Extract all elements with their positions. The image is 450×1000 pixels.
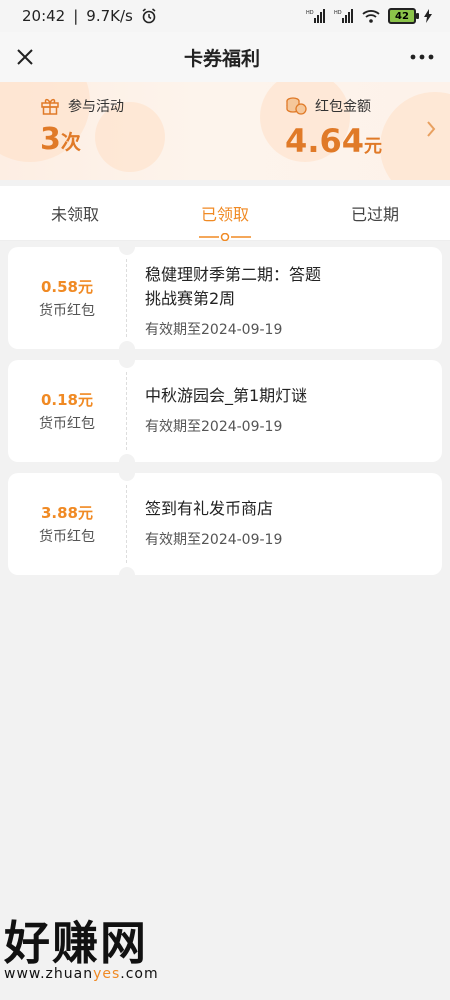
- coupon-type: 货币红包: [39, 416, 95, 432]
- status-bar: 20:42 | 9.7K/s HD HD 42: [0, 0, 450, 32]
- decor-bubble: [380, 92, 450, 180]
- coupon-title: 中秋游园会_第1期灯谜: [145, 386, 308, 405]
- signal-hd-icon: HD: [306, 9, 326, 23]
- watermark-text: 好赚网: [4, 916, 148, 970]
- wifi-icon: [362, 9, 380, 23]
- coupon-amount: 3.88元: [40, 504, 93, 522]
- coupon-expiry: 有效期至2024-09-19: [145, 419, 283, 435]
- redpacket-summary: 红包金额 4.64元: [285, 96, 382, 160]
- page-title: 卡券福利: [183, 47, 260, 70]
- network-speed: 9.7K/s: [86, 7, 133, 25]
- summary-banner[interactable]: 参与活动 3次 红包金额 4.64元: [0, 82, 450, 180]
- redpacket-label: 红包金额: [315, 99, 372, 115]
- tab-expired[interactable]: 已过期: [301, 201, 450, 225]
- tab-claimed[interactable]: 已领取: [151, 201, 300, 241]
- coupon-expiry: 有效期至2024-09-19: [145, 322, 283, 338]
- alarm-icon: [141, 8, 157, 24]
- signal-hd-icon: HD: [334, 9, 354, 23]
- tab-bar: 未领取 已领取 已过期: [0, 186, 450, 241]
- activities-summary: 参与活动 3次: [40, 96, 124, 157]
- svg-text:HD: HD: [334, 10, 342, 16]
- coupon-title: 签到有礼发币商店: [145, 499, 274, 518]
- coupon-card[interactable]: 3.88元 货币红包 签到有礼发币商店 有效期至2024-09-19: [8, 473, 442, 575]
- redpacket-amount: 4.64: [285, 122, 364, 160]
- watermark-url: www.zhuanyes.com: [4, 966, 159, 982]
- svg-text:HD: HD: [306, 10, 314, 16]
- coins-icon: [285, 96, 307, 116]
- watermark-logo: 好赚网 www.zhuanyes.com: [4, 918, 204, 998]
- coupon-type: 货币红包: [39, 303, 95, 319]
- battery-icon: 42: [388, 8, 419, 24]
- coupon-card[interactable]: 0.58元 货币红包 稳健理财季第二期：答题挑战赛第2周 有效期至2024-09…: [8, 247, 442, 349]
- activities-count: 3: [40, 122, 61, 157]
- coupon-card[interactable]: 0.18元 货币红包 中秋游园会_第1期灯谜 有效期至2024-09-19: [8, 360, 442, 462]
- coupon-amount: 0.18元: [40, 391, 93, 409]
- close-icon[interactable]: [16, 48, 34, 66]
- coupon-title: 稳健理财季第二期：答题挑战赛第2周: [145, 265, 322, 308]
- coupon-amount: 0.58元: [40, 278, 93, 296]
- activities-unit: 次: [60, 130, 81, 154]
- tab-unclaimed[interactable]: 未领取: [1, 201, 150, 225]
- chevron-right-icon[interactable]: [426, 120, 436, 138]
- coupon-expiry: 有效期至2024-09-19: [145, 532, 283, 548]
- activities-label: 参与活动: [68, 99, 124, 115]
- status-time: 20:42: [22, 7, 66, 25]
- active-tab-indicator: [199, 233, 251, 241]
- gift-icon: [40, 96, 60, 116]
- more-icon[interactable]: [410, 54, 434, 60]
- title-bar: 卡券福利: [0, 32, 450, 82]
- coupon-type: 货币红包: [39, 529, 95, 545]
- charging-icon: [424, 9, 432, 23]
- coupon-list: 0.58元 货币红包 稳健理财季第二期：答题挑战赛第2周 有效期至2024-09…: [0, 241, 450, 592]
- redpacket-unit: 元: [364, 136, 382, 157]
